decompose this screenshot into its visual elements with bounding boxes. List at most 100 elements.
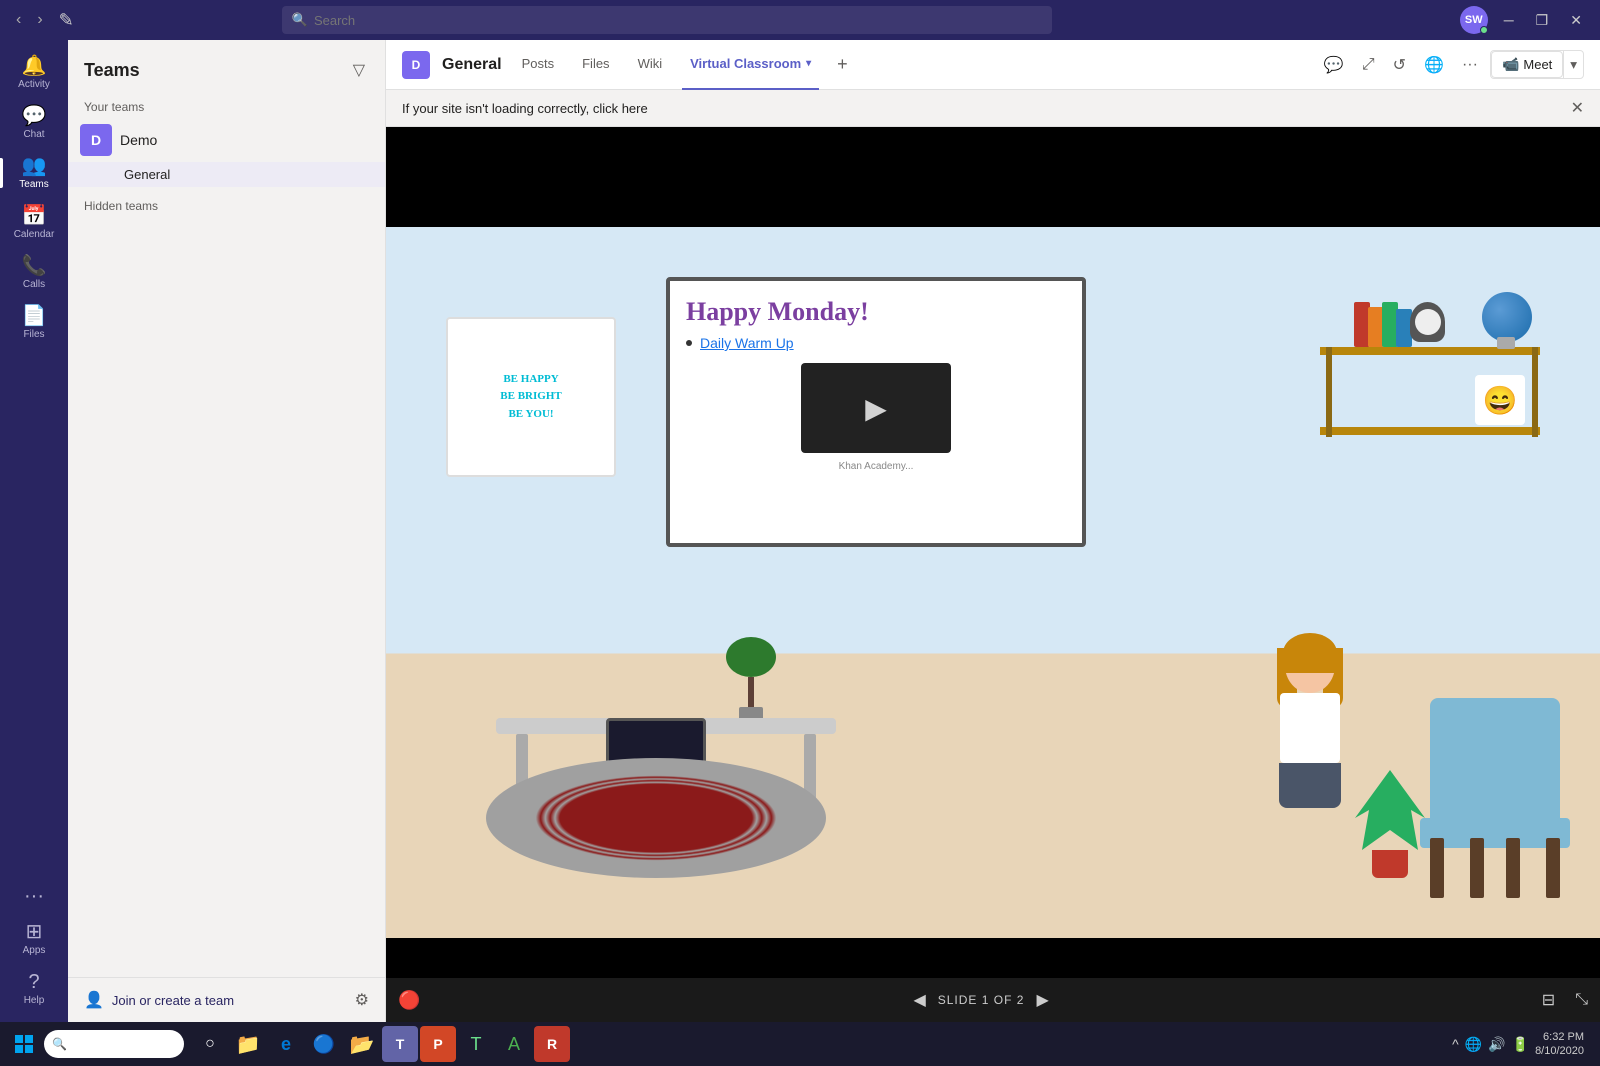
back-button[interactable]: ‹ [12, 7, 25, 33]
settings-button[interactable]: ⚙ [355, 990, 369, 1010]
restore-button[interactable]: ❐ [1530, 10, 1555, 31]
search-bar: 🔍 [282, 6, 1052, 34]
tab-files[interactable]: Files [574, 40, 617, 90]
sidebar-item-calendar[interactable]: 📅 Calendar [0, 198, 68, 248]
slide-next-button[interactable]: ▶ [1036, 990, 1048, 1010]
video-thumbnail[interactable]: ▶ [801, 363, 951, 453]
calls-icon: 📞 [22, 256, 47, 276]
windows-logo [15, 1035, 33, 1053]
start-button[interactable] [8, 1028, 40, 1060]
sidebar-item-apps[interactable]: ⊞ Apps [0, 914, 68, 964]
chevron-down-icon: ▾ [806, 58, 811, 69]
notification-close-button[interactable]: ✕ [1571, 98, 1584, 118]
play-icon: ▶ [865, 392, 887, 425]
slide-container: 😄 BE HAPPY BE BRIGHT BE YOU! Happy Monda… [386, 227, 1600, 938]
video-icon: 📹 [1502, 56, 1519, 73]
teams-icon: 👥 [22, 156, 47, 176]
taskbar-app-red[interactable]: R [534, 1026, 570, 1062]
taskbar-app-file-explorer[interactable]: 📁 [230, 1026, 266, 1062]
top-black-bar [386, 127, 1600, 227]
plant-pot [1372, 850, 1408, 878]
daily-warm-up-link[interactable]: Daily Warm Up [700, 335, 794, 351]
slide-fullscreen-button[interactable]: ⤡ [1575, 991, 1600, 1009]
taskbar-app-teams[interactable]: T [382, 1026, 418, 1062]
team-name: Demo [120, 132, 341, 148]
close-button[interactable]: ✕ [1564, 10, 1588, 31]
filter-button[interactable]: ▽ [349, 56, 369, 84]
taskbar-app-extra[interactable]: A [496, 1026, 532, 1062]
taskbar: 🔍 ○ 📁 e 🔵 📂 T P T A R ^ 🌐 🔊 🔋 6:32 PM 8/… [0, 1022, 1600, 1066]
meet-dropdown-button[interactable]: ▾ [1563, 51, 1583, 78]
sys-tray-icon: ^ [1452, 1036, 1459, 1052]
sidebar-item-files[interactable]: 📄 Files [0, 298, 68, 348]
titlebar-right: SW ─ ❐ ✕ [1460, 6, 1588, 34]
sidebar-header: Teams ▽ [68, 40, 385, 92]
slide-controls-center: ◀ SLIDE 1 OF 2 ▶ [436, 990, 1525, 1010]
taskbar-time[interactable]: 6:32 PM 8/10/2020 [1535, 1030, 1584, 1059]
tab-wiki[interactable]: Wiki [630, 40, 671, 90]
compose-button[interactable]: ✎ [59, 10, 74, 31]
battery-icon: 🔋 [1512, 1036, 1529, 1053]
search-icon: 🔍 [292, 12, 308, 28]
bottom-black-bar [386, 938, 1600, 978]
calendar-icon: 📅 [22, 206, 47, 226]
poster: BE HAPPY BE BRIGHT BE YOU! [446, 317, 616, 477]
tab-virtual-classroom[interactable]: Virtual Classroom ▾ [682, 40, 819, 90]
forward-button[interactable]: › [33, 7, 46, 33]
whiteboard: Happy Monday! Daily Warm Up ▶ Khan Acade… [666, 277, 1086, 547]
sidebar-item-teams[interactable]: 👥 Teams [0, 148, 68, 198]
sidebar-footer: 👤 Join or create a team ⚙ [68, 977, 385, 1022]
chair-leg-ll [1430, 838, 1444, 898]
video-subtitle: Khan Academy... [686, 461, 1066, 472]
tab-posts[interactable]: Posts [514, 40, 563, 90]
taskbar-app-cortana[interactable]: ○ [192, 1026, 228, 1062]
taskbar-apps: ○ 📁 e 🔵 📂 T P T A R [192, 1026, 570, 1062]
help-icon: ? [28, 972, 39, 992]
taskbar-app-teams2[interactable]: T [458, 1026, 494, 1062]
slide-controls-left: 🔴 [398, 990, 420, 1011]
slide-view-button[interactable]: ⊟ [1542, 990, 1567, 1010]
channel-avatar: D [402, 51, 430, 79]
sidebar-content: Your teams D Demo ··· General Hidden tea… [68, 92, 385, 977]
taskbar-app-chrome[interactable]: 🔵 [306, 1026, 342, 1062]
slide-prev-button[interactable]: ◀ [913, 990, 925, 1010]
taskbar-app-edge[interactable]: e [268, 1026, 304, 1062]
notification-bar: If your site isn't loading correctly, cl… [386, 90, 1600, 127]
avatar[interactable]: SW [1460, 6, 1488, 34]
search-input[interactable] [314, 13, 1042, 28]
expand-button[interactable]: ⤢ [1356, 52, 1381, 78]
globe-button[interactable]: 🌐 [1418, 51, 1450, 79]
more-options-button[interactable]: ··· [1456, 52, 1484, 78]
channel-name: General [124, 167, 170, 182]
meet-button[interactable]: 📹 Meet [1491, 51, 1563, 78]
sidebar-item-calls[interactable]: 📞 Calls [0, 248, 68, 298]
bonsai [726, 652, 776, 723]
taskbar-search[interactable]: 🔍 [44, 1030, 184, 1058]
sidebar-item-activity[interactable]: 🔔 Activity [0, 48, 68, 98]
channel-name-header: General [442, 56, 502, 74]
chair-leg-rr [1546, 838, 1560, 898]
minimize-button[interactable]: ─ [1498, 10, 1520, 30]
sticker: 😄 [1475, 375, 1525, 425]
taskbar-search-icon: 🔍 [52, 1037, 67, 1051]
add-tab-button[interactable]: + [831, 54, 854, 75]
team-row[interactable]: D Demo ··· [68, 118, 385, 162]
sidebar-item-chat[interactable]: 💬 Chat [0, 98, 68, 148]
title-bar: ‹ › ✎ 🔍 SW ─ ❐ ✕ [0, 0, 1600, 40]
hidden-teams-label: Hidden teams [68, 187, 385, 217]
shelf-support-left [1326, 347, 1332, 437]
sidebar-item-more[interactable]: ··· [0, 878, 68, 914]
channel-row[interactable]: General [68, 162, 385, 187]
taskbar-app-files[interactable]: 📂 [344, 1026, 380, 1062]
teacher-hair [1283, 633, 1337, 673]
channel-header: D General Posts Files Wiki Virtual Class… [386, 40, 1600, 90]
chat-icon: 💬 [22, 106, 47, 126]
refresh-button[interactable]: ↺ [1387, 51, 1412, 79]
activity-icon: 🔔 [22, 56, 47, 76]
apps-icon: ⊞ [26, 922, 43, 942]
taskbar-app-powerpoint[interactable]: P [420, 1026, 456, 1062]
conversation-icon-btn[interactable]: 💬 [1318, 51, 1350, 79]
globe-stand [1497, 337, 1515, 349]
sidebar-item-help[interactable]: ? Help [0, 964, 68, 1014]
join-team-button[interactable]: 👤 Join or create a team [84, 990, 234, 1010]
